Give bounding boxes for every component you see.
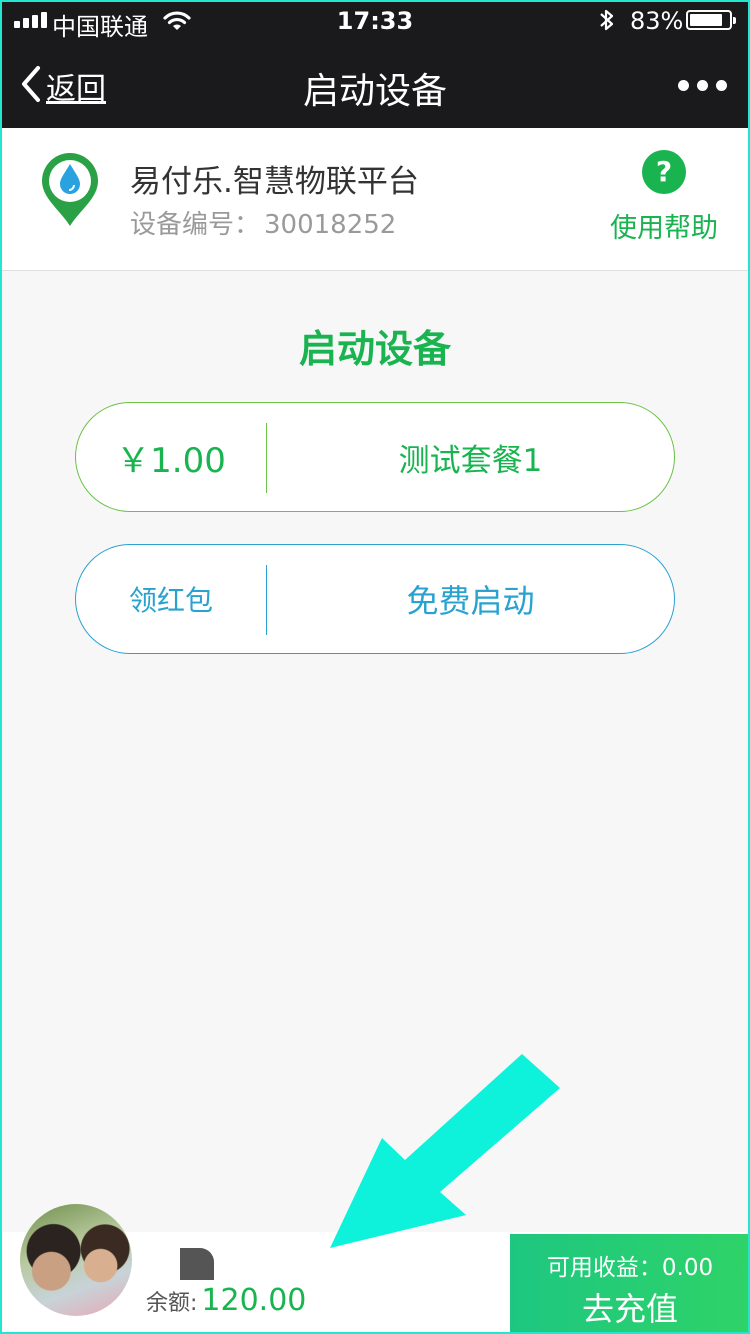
page-title: 启动设备 bbox=[302, 71, 447, 112]
balance: 余额: 120.00 bbox=[146, 1283, 306, 1318]
plan-option-test-package[interactable]: ￥1.00 测试套餐1 bbox=[75, 402, 675, 512]
user-avatar[interactable] bbox=[20, 1204, 132, 1316]
battery-percent: 83% bbox=[630, 7, 684, 35]
recharge-label: 去充值 bbox=[581, 1290, 678, 1328]
free-start-label: 免费启动 bbox=[406, 582, 535, 620]
device-number-value: 30018252 bbox=[264, 210, 397, 240]
water-drop-location-icon bbox=[38, 150, 102, 232]
top-bar: 中国联通 17:33 83% 返回 启动设备 bbox=[0, 0, 750, 128]
bluetooth-icon bbox=[598, 6, 616, 40]
available-earnings: 可用收益：0.00 bbox=[546, 1255, 714, 1281]
help-icon: ? bbox=[642, 150, 686, 194]
section-title: 启动设备 bbox=[298, 327, 451, 371]
balance-amount: 120.00 bbox=[201, 1283, 307, 1318]
annotation-arrow-icon bbox=[330, 1054, 560, 1248]
plan-price: ￥1.00 bbox=[116, 440, 226, 481]
more-icon[interactable] bbox=[678, 80, 727, 91]
help-label: 使用帮助 bbox=[610, 213, 718, 244]
device-header: 易付乐.智慧物联平台 设备编号： 30018252 ? 使用帮助 bbox=[0, 128, 750, 271]
plan-name: 测试套餐1 bbox=[398, 442, 543, 479]
battery-fill bbox=[690, 14, 722, 26]
wallet-icon bbox=[180, 1248, 214, 1280]
app-name: 易付乐.智慧物联平台 bbox=[130, 164, 419, 200]
balance-label: 余额: bbox=[146, 1291, 198, 1316]
plan-option-free-start[interactable]: 领红包 免费启动 bbox=[75, 544, 675, 654]
battery-icon bbox=[686, 10, 736, 30]
navigation-bar: 返回 启动设备 bbox=[0, 44, 750, 128]
red-packet-label: 领红包 bbox=[128, 584, 213, 617]
device-number: 设备编号： 30018252 bbox=[130, 204, 396, 241]
device-number-label: 设备编号： bbox=[130, 210, 261, 240]
help-button[interactable]: ? 使用帮助 bbox=[604, 150, 724, 245]
status-bar: 中国联通 17:33 83% bbox=[0, 0, 750, 42]
